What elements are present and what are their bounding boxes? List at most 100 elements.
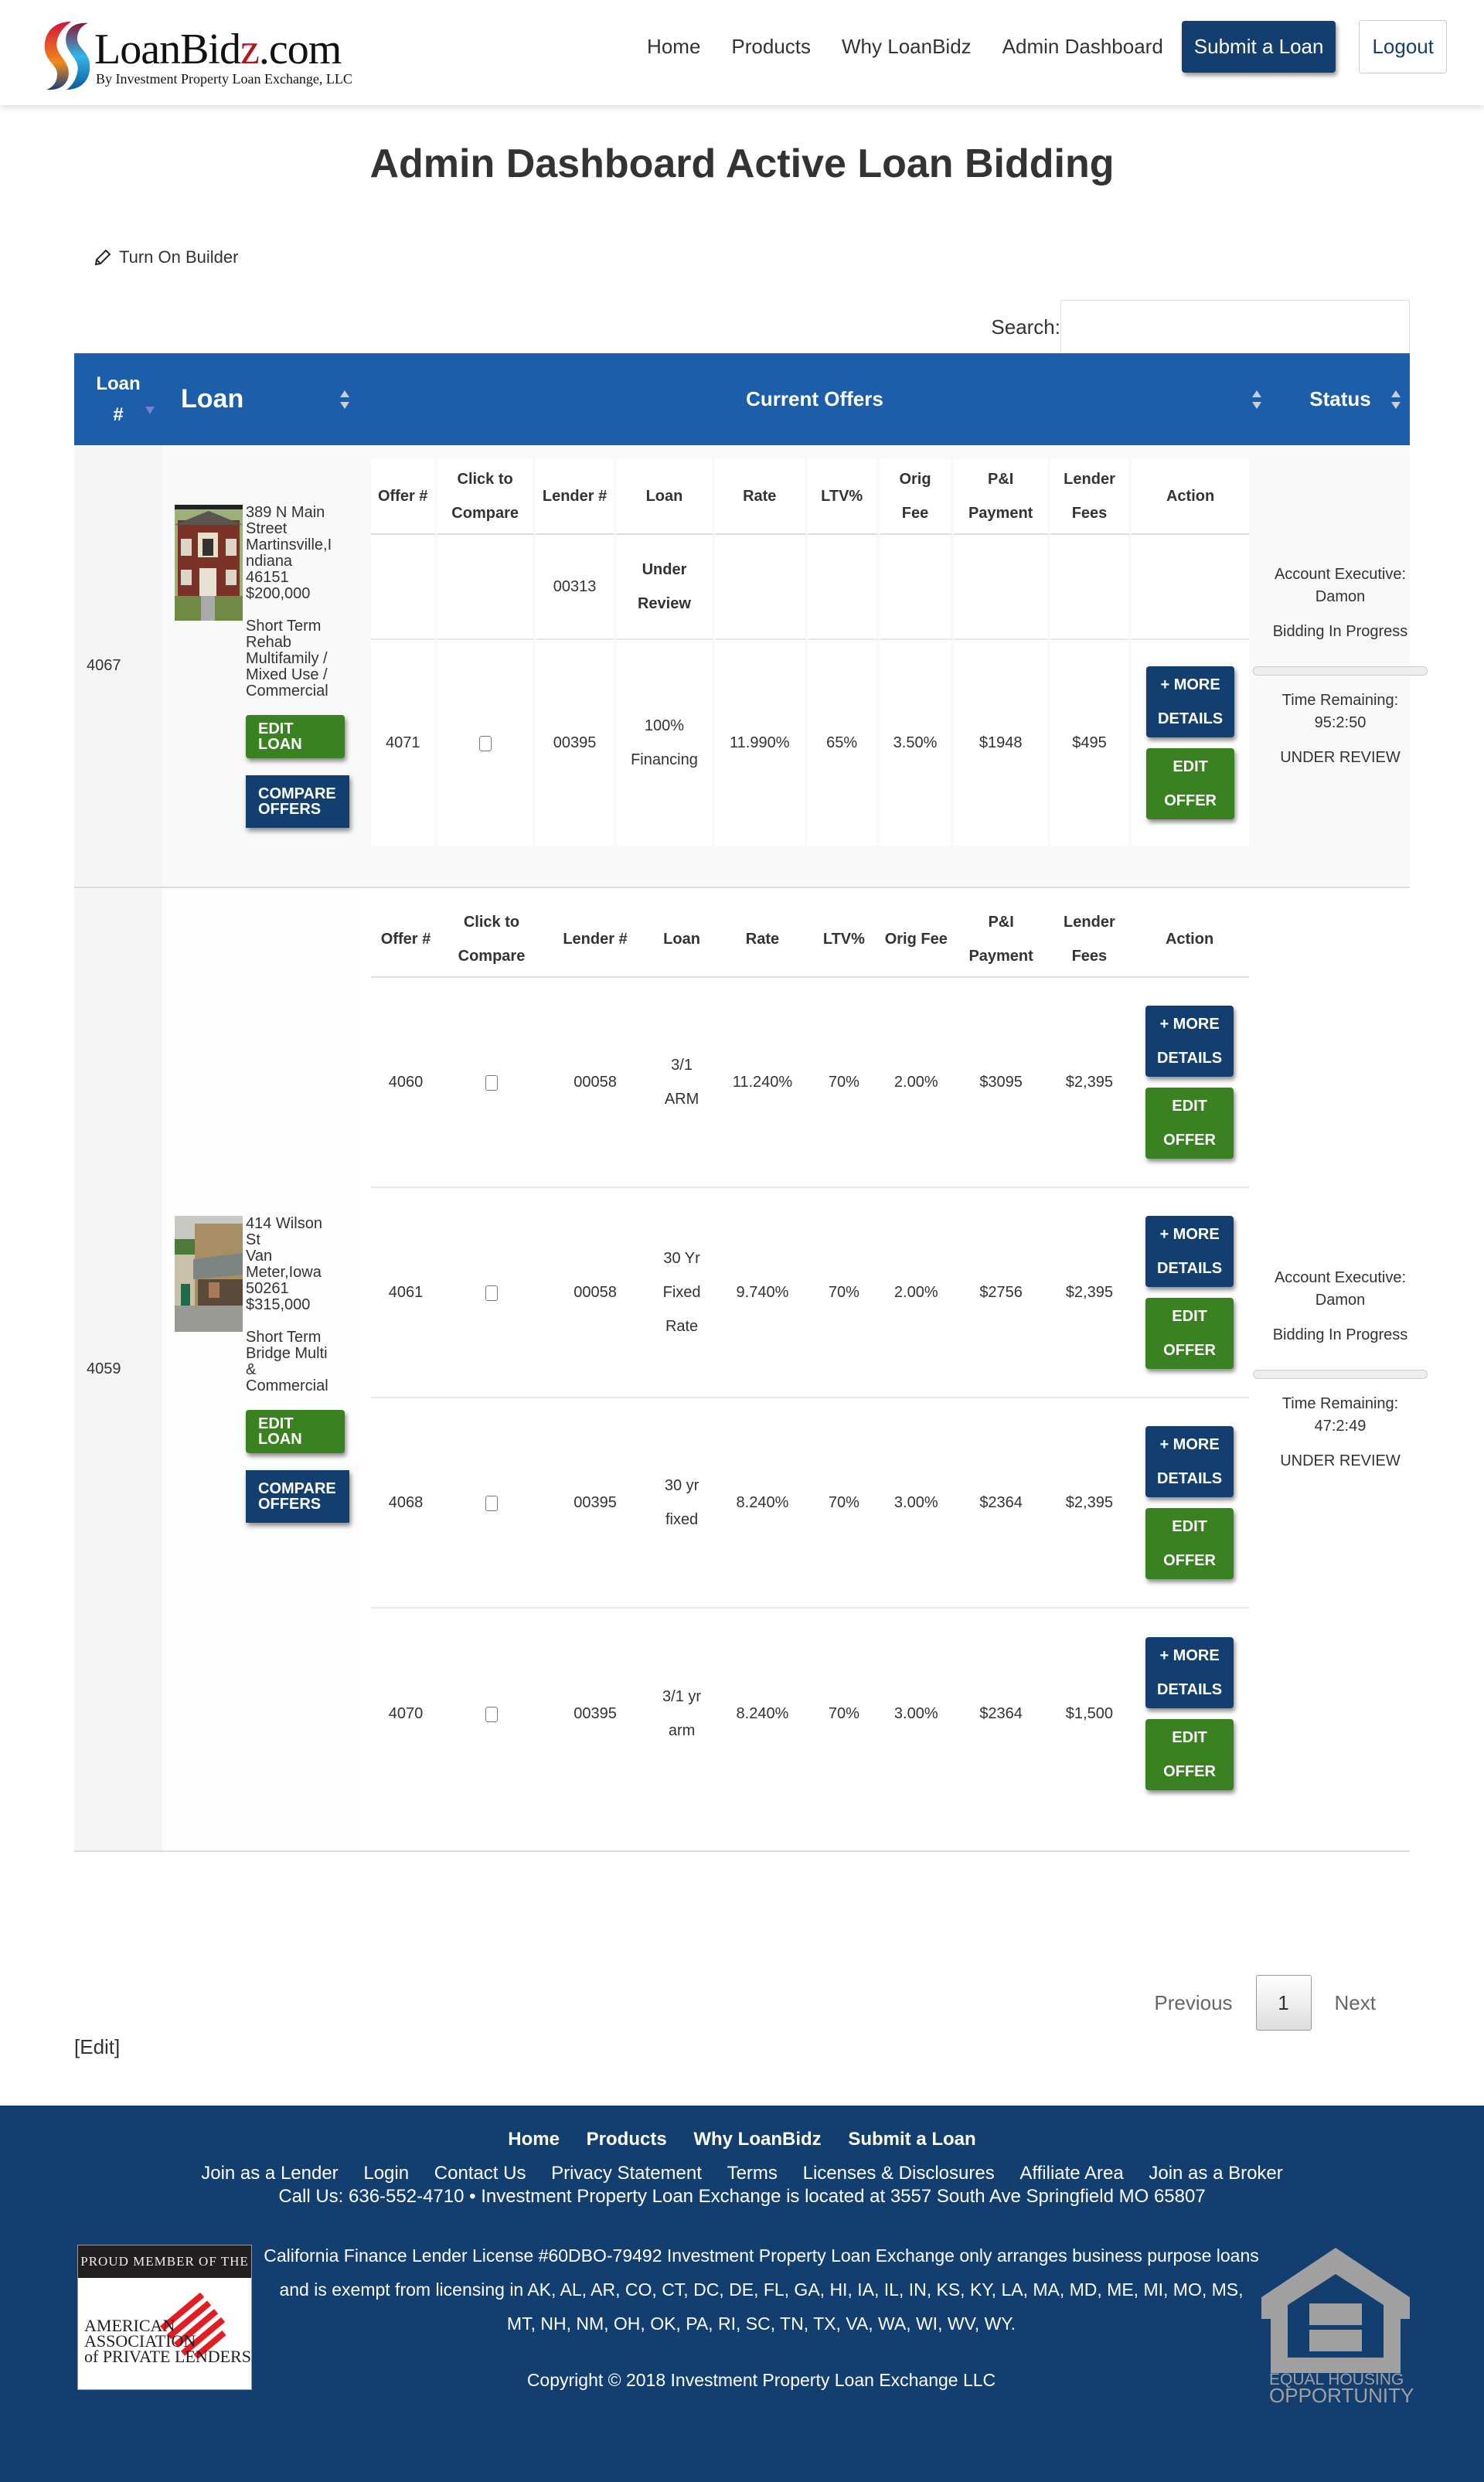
address-line: Street [246,519,288,537]
offer-col-orig-fee: Orig Fee [878,902,954,978]
offer-col-action: Action [1132,459,1249,535]
footer-link-join-broker[interactable]: Join as a Broker [1149,2163,1282,2184]
offer-col-offer: Offer # [371,902,441,978]
column-loan-number[interactable]: Loan # [74,353,162,445]
builder-label: Turn On Builder [119,247,239,267]
nav-products[interactable]: Products [731,35,811,59]
offer-row: 00313 Under Review [371,535,1249,640]
footer-link-home[interactable]: Home [508,2129,560,2150]
offer-col-action: Action [1130,902,1249,978]
compare-offers-button[interactable]: COMPARE OFFERS [246,775,349,828]
footer-link-submit-loan[interactable]: Submit a Loan [848,2129,975,2150]
time-remaining-label: Time Remaining: [1281,691,1399,709]
edit-loan-button[interactable]: EDIT LOAN [246,714,345,758]
column-offers-label: Current Offers [746,387,883,410]
footer-link-login[interactable]: Login [363,2163,409,2184]
column-status[interactable]: Status [1271,353,1410,445]
offer-col-ltv: LTV% [808,902,879,978]
orig-fee [879,535,955,640]
compare-checkbox[interactable] [485,1074,498,1091]
footer-link-contact[interactable]: Contact Us [434,2163,526,2184]
offer-number: 4071 [371,640,438,846]
pagination-page-current[interactable]: 1 [1255,1975,1312,2031]
pi-payment: $2756 [953,1188,1049,1398]
logout-button[interactable]: Logout [1359,19,1447,73]
more-details-button[interactable]: + MORE DETAILS [1145,1637,1234,1708]
footer-link-why-loanbidz[interactable]: Why LoanBidz [693,2129,821,2150]
loan-type-line: Short Term [246,1329,322,1346]
edit-link[interactable]: [Edit] [74,2035,120,2059]
nav-why-loanbidz[interactable]: Why LoanBidz [842,35,972,59]
time-remaining-label: Time Remaining: [1281,1394,1399,1412]
footer-link-affiliate[interactable]: Affiliate Area [1019,2163,1123,2184]
aapl-member-badge[interactable]: PROUD MEMBER OF THE AMERICAN ASSOCIATION… [77,2245,252,2390]
copyright: Copyright © 2018 Investment Property Loa… [526,2370,996,2390]
rate [714,535,808,640]
action-cell: + MORE DETAILS EDIT OFFER [1130,1609,1249,1819]
more-details-button[interactable]: + MORE DETAILS [1145,1426,1234,1497]
loanbidz-logo[interactable]: LoanBidz.com By Investment Property Loan… [40,19,388,93]
orig-fee: 2.00% [878,978,954,1188]
column-loan[interactable]: Loan [162,353,359,445]
compare-offers-button[interactable]: COMPARE OFFERS [246,1470,349,1523]
address-zip: 46151 [246,568,289,586]
account-executive-name: Damon [1315,587,1366,605]
action-cell [1132,535,1249,640]
offer-col-compare: Click to Compare [437,459,536,535]
edit-loan-button[interactable]: EDIT LOAN [246,1410,345,1453]
orig-fee: 2.00% [878,1188,954,1398]
compare-checkbox[interactable] [485,1285,498,1301]
edit-offer-button[interactable]: EDIT OFFER [1145,1508,1234,1579]
more-details-button[interactable]: + MORE DETAILS [1146,666,1235,737]
compare-checkbox[interactable] [478,735,492,751]
nav-admin-dashboard[interactable]: Admin Dashboard [1002,35,1163,59]
address-line: St [246,1231,260,1248]
more-details-button[interactable]: + MORE DETAILS [1145,1216,1234,1287]
offer-col-pi-payment: P&I Payment [954,459,1050,535]
footer-link-products[interactable]: Products [587,2129,667,2150]
edit-offer-button[interactable]: EDIT OFFER [1146,748,1235,819]
compare-checkbox[interactable] [485,1495,498,1511]
column-current-offers[interactable]: Current Offers [359,353,1271,445]
loan-product: 30 yr fixed [648,1398,716,1609]
offers-cell: Offer # Click to Compare Lender # Loan R… [359,888,1271,1850]
lender-fees: $2,395 [1048,1398,1131,1609]
lender-number: 00395 [574,1705,617,1722]
table-header: Loan # Loan Current Offers Status [74,353,1410,445]
edit-offer-button[interactable]: EDIT OFFER [1145,1719,1234,1790]
orig-fee: 3.00% [878,1398,954,1609]
compare-checkbox[interactable] [485,1706,498,1722]
submit-loan-button[interactable]: Submit a Loan [1181,20,1336,73]
offers-table: Offer # Click to Compare Lender # Loan R… [371,902,1249,1819]
pagination-previous[interactable]: Previous [1139,1991,1247,2015]
column-loan-label: Loan [181,384,244,414]
edit-offer-button[interactable]: EDIT OFFER [1145,1298,1234,1369]
action-cell: + MORE DETAILS EDIT OFFER [1130,1188,1249,1398]
main-nav: Home Products Why LoanBidz Admin Dashboa… [616,17,1447,76]
lender-fees: $2,395 [1048,1188,1131,1398]
offer-row: 4068 00395 30 yr fixed 8.240% 70% 3.00% … [371,1398,1249,1609]
orig-fee: 3.00% [893,1705,938,1722]
rate: 8.240% [716,1398,809,1609]
footer-link-licenses[interactable]: Licenses & Disclosures [803,2163,995,2184]
loan-details: 389 N Main Street Martinsville,I ndiana … [162,445,359,887]
turn-on-builder-link[interactable]: Turn On Builder [94,247,238,267]
offer-number: 4070 [388,1705,424,1722]
edit-offer-button[interactable]: EDIT OFFER [1145,1088,1234,1159]
footer-link-privacy[interactable]: Privacy Statement [551,2163,702,2184]
loan-type-line: Commercial [246,682,328,700]
more-details-button[interactable]: + MORE DETAILS [1145,1006,1234,1077]
footer-link-terms[interactable]: Terms [727,2163,778,2184]
compare-cell [437,640,536,846]
search-input[interactable] [1060,300,1410,354]
footer-link-join-lender[interactable]: Join as a Lender [201,2163,338,2184]
compare-cell [441,978,543,1188]
property-photo[interactable] [175,1216,243,1332]
nav-home[interactable]: Home [647,35,700,59]
rate: 9.740% [716,1188,809,1398]
loan-amount: $200,000 [246,584,311,602]
pi-payment: $3095 [953,978,1049,1188]
bidding-progress-bar [1253,1369,1428,1379]
pagination-next[interactable]: Next [1319,1991,1391,2015]
property-photo[interactable] [175,504,243,621]
